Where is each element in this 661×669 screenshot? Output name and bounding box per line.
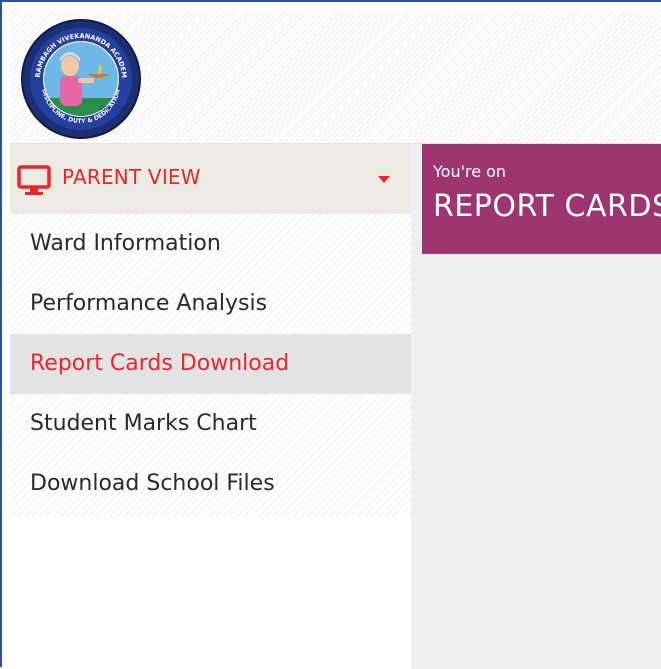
sidebar-header[interactable]: PARENT VIEW [10,144,411,214]
sidebar-item-download-school-files[interactable]: Download School Files [10,454,411,514]
monitor-icon [17,165,51,195]
sidebar-item-label: Download School Files [30,471,275,496]
header: ARAMBAGH VIVEKANANDA ACADEMY DISCIPLINE,… [10,10,661,144]
svg-text:ESTD. 2008: ESTD. 2008 [100,106,126,112]
sidebar-item-label: Performance Analysis [30,291,268,316]
main-content: You're on REPORT CARDS DOWNLOAD [411,144,661,669]
app-frame: ARAMBAGH VIVEKANANDA ACADEMY DISCIPLINE,… [0,0,661,669]
sidebar-item-label: Ward Information [30,231,221,256]
sidebar-item-ward-information[interactable]: Ward Information [10,214,411,274]
sidebar-item-student-marks-chart[interactable]: Student Marks Chart [10,394,411,454]
sidebar: PARENT VIEW Ward Information Performance… [10,144,411,669]
sidebar-item-performance-analysis[interactable]: Performance Analysis [10,274,411,334]
sidebar-item-report-cards-download[interactable]: Report Cards Download [10,334,411,394]
sidebar-menu: Ward Information Performance Analysis Re… [10,214,411,516]
sidebar-title: PARENT VIEW [62,165,201,189]
page-banner: You're on REPORT CARDS DOWNLOAD [422,144,661,254]
sidebar-item-label: Student Marks Chart [30,411,257,436]
banner-subtitle: You're on [433,162,507,181]
school-crest-logo[interactable]: ARAMBAGH VIVEKANANDA ACADEMY DISCIPLINE,… [20,18,142,140]
caret-down-icon[interactable] [378,176,390,184]
page-title: REPORT CARDS DOWNLOAD [433,189,661,224]
sidebar-item-label: Report Cards Download [30,351,290,376]
